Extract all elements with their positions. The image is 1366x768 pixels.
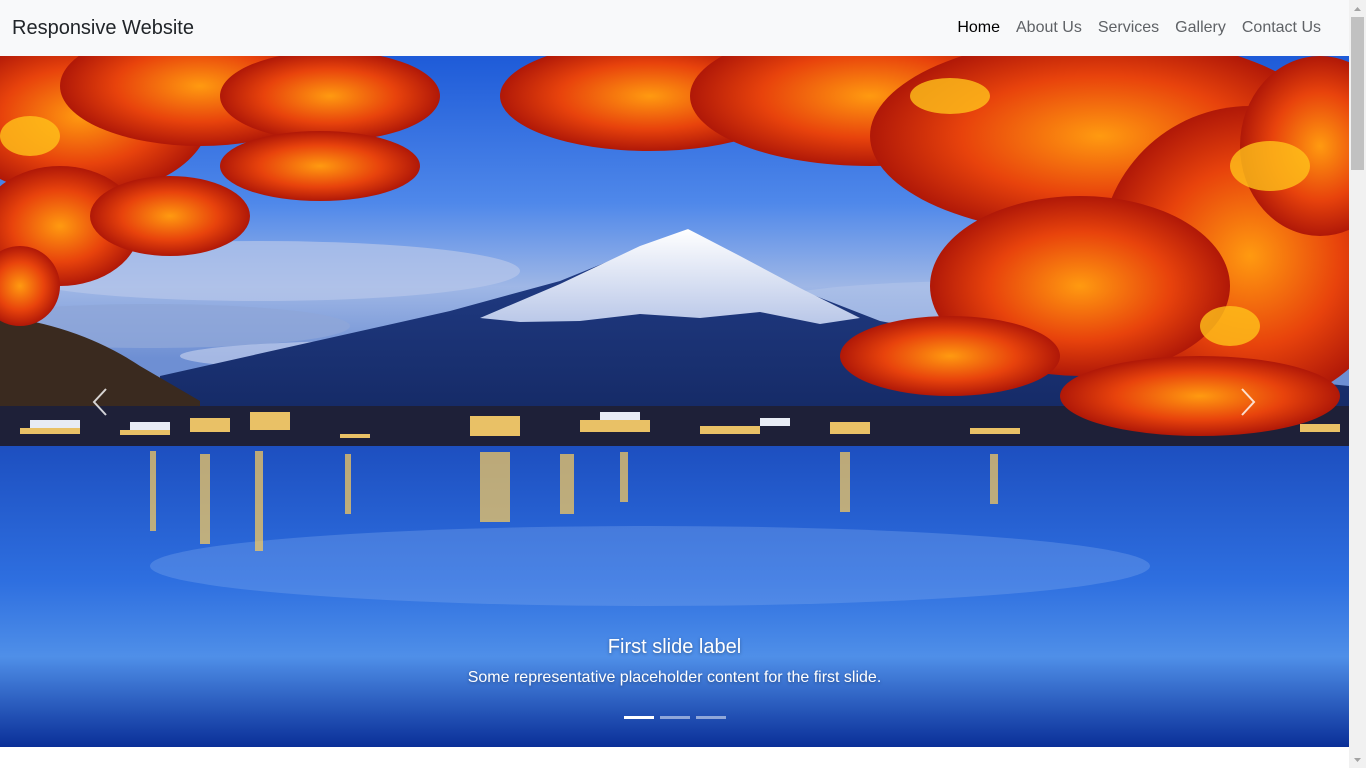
- carousel-caption-title: First slide label: [607, 636, 742, 658]
- hero-carousel: First slide label Some representative pl…: [0, 56, 1349, 747]
- carousel-indicator-1[interactable]: [623, 716, 654, 719]
- nav-links: Home About Us Services Gallery Contact U…: [949, 17, 1329, 39]
- carousel-indicator-3[interactable]: [695, 716, 726, 719]
- page: Responsive Website Home About Us Service…: [0, 0, 1349, 768]
- scrollbar-thumb[interactable]: [1351, 17, 1364, 170]
- nav-link-contact-us[interactable]: Contact Us: [1234, 17, 1329, 39]
- nav-link-home[interactable]: Home: [949, 17, 1008, 39]
- scroll-up-arrow-icon[interactable]: [1349, 0, 1366, 17]
- brand-link[interactable]: Responsive Website: [12, 15, 194, 41]
- carousel-next-control[interactable]: [1228, 372, 1268, 432]
- vertical-scrollbar[interactable]: [1349, 0, 1366, 768]
- navbar: Responsive Website Home About Us Service…: [0, 0, 1349, 56]
- chevron-left-icon: [92, 388, 107, 416]
- nav-link-about-us[interactable]: About Us: [1008, 17, 1090, 39]
- nav-link-services[interactable]: Services: [1090, 17, 1167, 39]
- nav-link-gallery[interactable]: Gallery: [1167, 17, 1234, 39]
- carousel-indicators: [0, 716, 1349, 719]
- carousel-prev-control[interactable]: [80, 372, 120, 432]
- scroll-down-arrow-icon[interactable]: [1349, 751, 1366, 768]
- carousel-indicator-2[interactable]: [659, 716, 690, 719]
- chevron-right-icon: [1241, 388, 1256, 416]
- carousel-caption-text: Some representative placeholder content …: [467, 669, 882, 686]
